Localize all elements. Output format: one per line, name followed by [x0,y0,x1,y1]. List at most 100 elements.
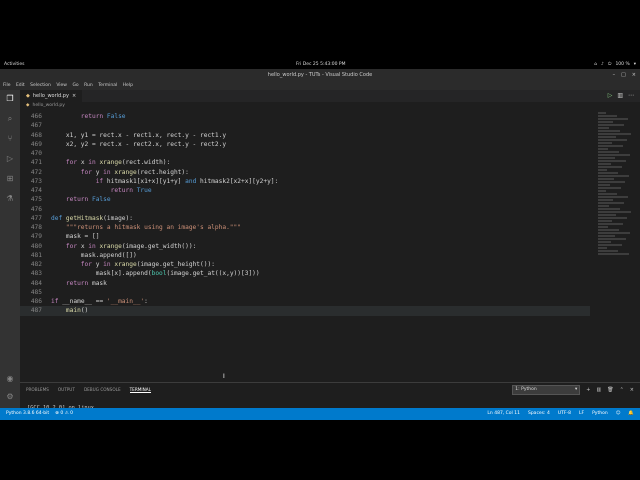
code-line[interactable]: 469 x2, y2 = rect.x - rect2.x, rect.y - … [20,140,590,149]
terminal-select[interactable]: 1: Python ▾ [512,385,581,395]
source-control-icon[interactable]: ⑂ [5,134,15,144]
split-terminal-icon[interactable]: ▥ [597,387,602,393]
flask-icon[interactable]: ⚗ [5,194,15,204]
menu-terminal[interactable]: Terminal [98,81,117,90]
close-icon[interactable]: × [72,90,76,102]
code-line[interactable]: 476 [20,205,590,214]
code-line[interactable]: 478 """returns a hitmask using an image'… [20,223,590,232]
more-icon[interactable]: ⋯ [628,90,634,102]
python-interpreter[interactable]: Python 3.8.6 64-bit [6,408,49,420]
new-terminal-icon[interactable]: + [586,387,590,393]
line-number: 481 [30,251,42,259]
breadcrumb: ◆ hello_world.py [26,102,65,110]
line-number: 479 [30,233,42,241]
minimap-line [598,166,622,168]
code-line[interactable]: 473 if hitmask1[x1+x][y1+y] and hitmask2… [20,177,590,186]
trash-icon[interactable]: 🗑 [607,387,613,393]
end-of-line[interactable]: LF [579,408,584,420]
menu-selection[interactable]: Selection [30,81,51,90]
code-token: and [185,177,201,185]
gnome-top-bar: Activities Fri Dec 25 5:43:00 PM ⌂ ♪ ⏻ 1… [0,60,640,69]
minimap-line [598,139,627,141]
code-line[interactable]: 483 mask[x].append(bool(image.get_at((x,… [20,269,590,278]
minimap-line [598,196,628,198]
minimap-line [598,187,621,189]
tab-terminal[interactable]: TERMINAL [129,387,151,393]
tab-hello-world[interactable]: ◆ hello_world.py × [20,90,83,102]
code-token: in [103,261,115,268]
code-token: False [91,196,111,204]
code-line[interactable]: 486 if __name__ == '__main__': [20,297,590,306]
gear-icon[interactable]: ⚙ [5,392,15,402]
search-icon[interactable]: ⌕ [5,114,15,124]
minimap-line [598,142,612,144]
indentation[interactable]: Spaces: 4 [528,408,550,420]
code-line[interactable]: 487 main() [20,306,590,316]
panel-actions: 1: Python ▾ + ▥ 🗑 ⌃ × [512,385,634,395]
explorer-icon[interactable]: ❐ [5,94,15,104]
close-button[interactable]: × [632,69,636,81]
code-line[interactable]: 466 return False [20,112,590,121]
minimap-line [598,190,606,192]
menu-run[interactable]: Run [84,81,93,90]
text-cursor-icon: I [223,373,225,380]
code-line[interactable]: 482 for y in xrange(image.get_height()): [20,260,590,269]
code-line[interactable]: 481 mask.append([]) [20,251,590,260]
encoding[interactable]: UTF-8 [558,408,571,420]
code-line[interactable]: 472 for y in xrange(rect.height): [20,168,590,177]
maximize-button[interactable]: □ [621,69,626,81]
editor-actions: ▷ ▥ ⋯ [608,90,634,102]
language-mode[interactable]: Python [592,408,608,420]
code-line[interactable]: 474 return True [20,186,590,195]
clock[interactable]: Fri Dec 25 5:43:00 PM [296,60,345,69]
bell-icon[interactable]: 🔔 [628,408,634,420]
menu-edit[interactable]: Edit [16,81,25,90]
code-line[interactable]: 471 for x in xrange(rect.width): [20,158,590,167]
system-tray[interactable]: ⌂ ♪ ⏻ 100 % ▾ [594,60,636,69]
menu-go[interactable]: Go [72,81,78,90]
run-debug-icon[interactable]: ▷ [5,154,15,164]
minimize-button[interactable]: – [613,69,616,81]
breadcrumb-file[interactable]: hello_world.py [32,102,64,110]
code-line[interactable]: 479 mask = [] [20,232,590,241]
line-number: 473 [30,177,42,185]
problems-indicator[interactable]: ⊗ 0 ⚠ 0 [55,408,73,420]
code-line[interactable]: 470 [20,149,590,158]
menu-view[interactable]: View [56,81,67,90]
minimap-line [598,250,618,252]
code-token: xrange [99,159,122,167]
extensions-icon[interactable]: ⊞ [5,174,15,184]
code-line[interactable]: 467 [20,121,590,130]
code-editor[interactable]: 466 return False 467 468 x1, y1 = rect.x -… [20,112,590,316]
code-token: in [103,168,115,176]
chevron-up-icon[interactable]: ⌃ [620,387,624,393]
code-line[interactable]: 480 for x in xrange(image.get_width()): [20,242,590,251]
minimap-line [598,151,619,153]
feedback-icon[interactable]: ☺ [616,408,621,420]
code-line[interactable]: 485 [20,288,590,297]
tab-problems[interactable]: PROBLEMS [26,387,49,393]
code-line[interactable]: 477 def getHitmask(image): [20,214,590,223]
code-line[interactable]: 475 return False [20,195,590,204]
minimap-line [598,175,629,177]
code-token: False [106,113,126,120]
account-icon[interactable]: ◉ [5,374,15,384]
menu-file[interactable]: File [3,81,11,90]
editor-tabs: ◆ hello_world.py × ▷ ▥ ⋯ [20,90,640,102]
line-number: 471 [30,159,42,167]
terminal-select-value: 1: Python [515,387,537,392]
code-line[interactable]: 484 return mask [20,279,590,288]
minimap-line [598,217,627,219]
close-icon[interactable]: × [630,387,634,393]
tab-output[interactable]: OUTPUT [58,387,75,393]
menu-help[interactable]: Help [123,81,133,90]
activities-button[interactable]: Activities [4,60,25,69]
run-icon[interactable]: ▷ [608,90,613,102]
tab-debug-console[interactable]: DEBUG CONSOLE [84,387,121,393]
minimap-line [598,202,624,204]
split-editor-icon[interactable]: ▥ [617,90,623,102]
cursor-position[interactable]: Ln 487, Col 11 [487,408,520,420]
code-line[interactable]: 468 x1, y1 = rect.x - rect1.x, rect.y - … [20,131,590,140]
code-token: (image.get_at((x,y))[3])) [166,270,260,278]
minimap[interactable] [598,112,634,262]
